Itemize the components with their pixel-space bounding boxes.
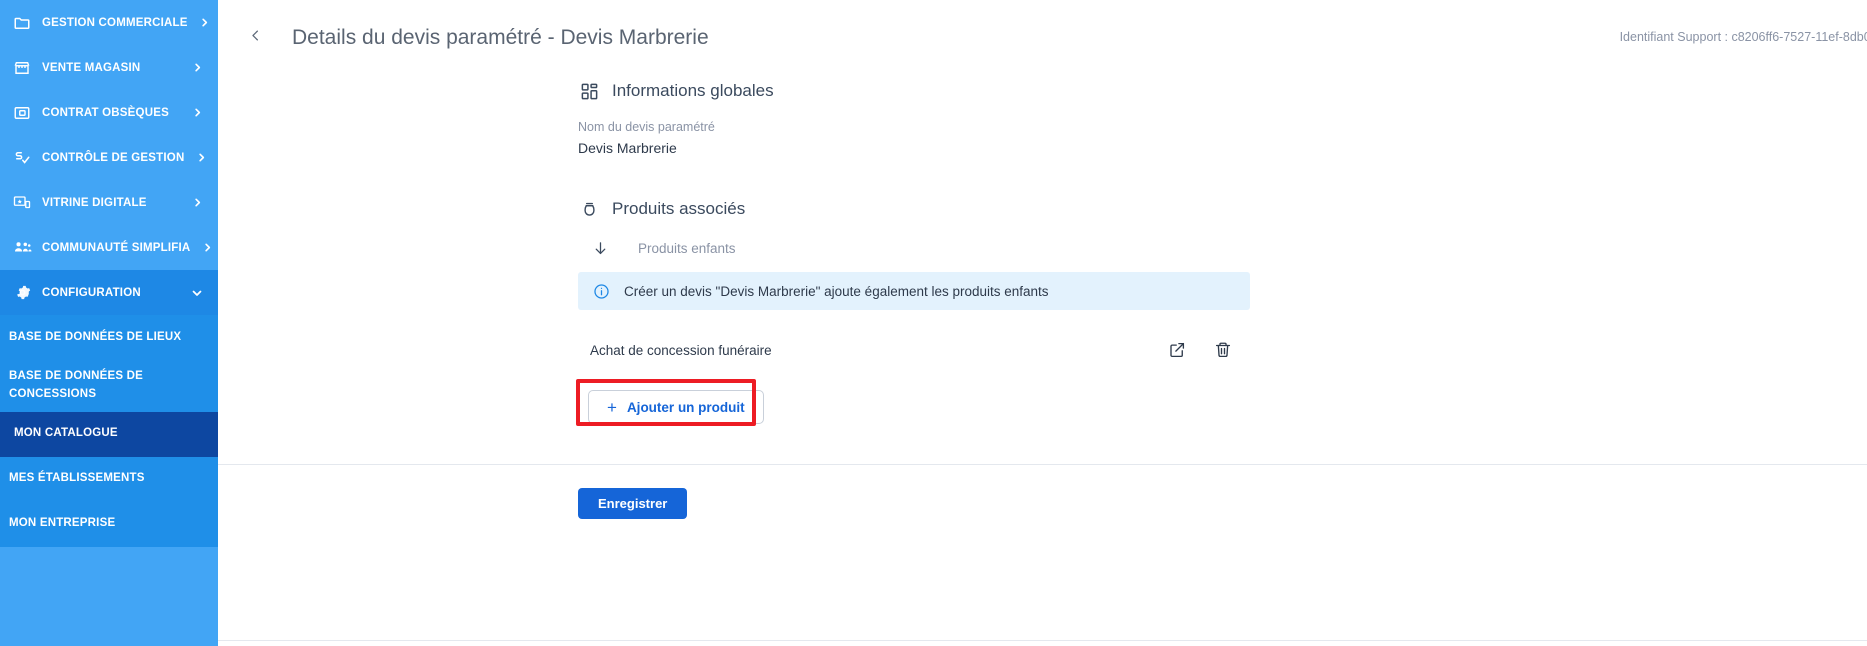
sidebar-item-communaute-simplifia[interactable]: COMMUNAUTÉ SIMPLIFIA xyxy=(0,225,218,270)
sidebar-item-label: CONTRÔLE DE GESTION xyxy=(42,151,185,164)
sidebar-item-contrat-obseques[interactable]: CONTRAT OBSÈQUES xyxy=(0,90,218,135)
main-content: Details du devis paramétré - Devis Marbr… xyxy=(218,0,1867,646)
monitor-star-icon xyxy=(12,193,32,213)
sidebar-subitem-mon-catalogue[interactable]: MON CATALOGUE xyxy=(0,411,218,457)
chevron-right-icon xyxy=(198,17,212,28)
sidebar-item-vente-magasin[interactable]: VENTE MAGASIN xyxy=(0,45,218,90)
sidebar-subitem-base-de-donnees-de-concessions[interactable]: BASE DE DONNÉES DE CONCESSIONS xyxy=(0,360,218,412)
add-product-area: + Ajouter un produit xyxy=(576,379,768,426)
sidebar-subitem-label: MES ÉTABLISSEMENTS xyxy=(9,472,145,485)
sidebar-item-gestion-commerciale[interactable]: GESTION COMMERCIALE xyxy=(0,0,218,45)
people-group-icon xyxy=(12,238,32,258)
back-button[interactable] xyxy=(238,21,272,55)
add-product-label: Ajouter un produit xyxy=(626,399,745,415)
sidebar-subitem-base-de-donnees-de-lieux[interactable]: BASE DE DONNÉES DE LIEUX xyxy=(0,315,218,360)
sidebar: GESTION COMMERCIALE VENTE MAGASIN CONTRA… xyxy=(0,0,218,646)
field-label: Nom du devis paramétré xyxy=(578,120,715,134)
detail-content: Informations globales Nom du devis param… xyxy=(218,76,1867,426)
info-banner: Créer un devis "Devis Marbrerie" ajoute … xyxy=(578,272,1250,310)
folder-icon xyxy=(12,13,32,33)
sidebar-subitem-label: BASE DE DONNÉES DE LIEUX xyxy=(9,330,182,343)
sidebar-item-label: COMMUNAUTÉ SIMPLIFIA xyxy=(42,241,191,254)
app-root: GESTION COMMERCIALE VENTE MAGASIN CONTRA… xyxy=(0,0,1867,646)
chevron-right-icon xyxy=(190,62,204,73)
chevron-right-icon xyxy=(200,242,214,253)
info-circle-icon xyxy=(592,282,610,300)
store-icon xyxy=(12,58,32,78)
bottom-strip xyxy=(218,640,1867,646)
sidebar-item-label: GESTION COMMERCIALE xyxy=(42,16,188,29)
trash-icon[interactable] xyxy=(1212,339,1234,361)
section-title: Informations globales xyxy=(612,81,774,100)
section-informations-globales: Informations globales xyxy=(578,80,1867,102)
field-nom-du-devis: Nom du devis paramétré Devis Marbrerie xyxy=(578,120,1867,156)
footer-actions: Enregistrer xyxy=(578,488,688,519)
dashboard-grid-icon xyxy=(578,80,600,102)
product-name: Achat de concession funéraire xyxy=(590,342,772,358)
sidebar-subitem-label: BASE DE DONNÉES DE CONCESSIONS xyxy=(9,370,143,400)
chevron-right-icon xyxy=(194,152,208,163)
produits-enfants-row: Produits enfants xyxy=(578,238,1867,258)
sidebar-item-label: CONTRAT OBSÈQUES xyxy=(42,106,169,119)
section-title: Produits associés xyxy=(612,199,746,218)
produits-enfants-label: Produits enfants xyxy=(638,240,736,256)
external-link-edit-icon[interactable] xyxy=(1166,339,1188,361)
gear-icon xyxy=(12,283,32,303)
field-value: Devis Marbrerie xyxy=(578,140,677,156)
chevron-right-icon xyxy=(190,197,204,208)
add-product-button[interactable]: + Ajouter un produit xyxy=(588,390,764,424)
table-row: Achat de concession funéraire xyxy=(578,324,1250,376)
chevron-down-icon xyxy=(190,287,204,299)
arrow-down-icon xyxy=(590,238,610,258)
sidebar-item-label: VITRINE DIGITALE xyxy=(42,196,147,209)
money-check-icon xyxy=(12,148,32,168)
sidebar-subitem-label: MON ENTREPRISE xyxy=(9,517,116,530)
save-button[interactable]: Enregistrer xyxy=(578,488,688,519)
page-header: Details du devis paramétré - Devis Marbr… xyxy=(218,0,1867,76)
sidebar-item-configuration[interactable]: CONFIGURATION xyxy=(0,270,218,315)
plus-icon: + xyxy=(607,397,617,417)
sidebar-subitem-mes-etablissements[interactable]: MES ÉTABLISSEMENTS xyxy=(0,456,218,502)
chevron-right-icon xyxy=(190,107,204,118)
sidebar-subitem-mon-entreprise[interactable]: MON ENTREPRISE xyxy=(0,501,218,547)
sidebar-item-controle-de-gestion[interactable]: CONTRÔLE DE GESTION xyxy=(0,135,218,180)
chevron-left-icon xyxy=(248,28,263,48)
sidebar-subitem-label: MON CATALOGUE xyxy=(14,427,118,440)
info-banner-text: Créer un devis "Devis Marbrerie" ajoute … xyxy=(624,283,1049,299)
contract-card-icon xyxy=(12,103,32,123)
row-actions xyxy=(1166,339,1234,361)
sidebar-item-label: VENTE MAGASIN xyxy=(42,61,141,74)
support-identifier: Identifiant Support : c8206ff6-7527-11ef… xyxy=(1619,30,1867,44)
section-produits-associes: Produits associés xyxy=(578,198,1867,220)
page-title: Details du devis paramétré - Devis Marbr… xyxy=(292,26,709,49)
sidebar-item-label: CONFIGURATION xyxy=(42,286,141,299)
sidebar-item-vitrine-digitale[interactable]: VITRINE DIGITALE xyxy=(0,180,218,225)
urn-icon xyxy=(578,198,600,220)
footer-divider xyxy=(218,464,1867,465)
